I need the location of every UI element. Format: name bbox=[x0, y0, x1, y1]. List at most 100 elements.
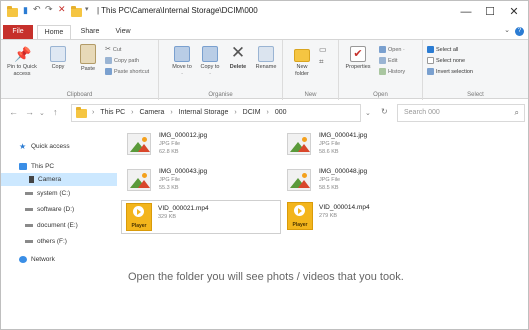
search-icon: ⌕ bbox=[514, 108, 519, 117]
help-icon[interactable]: ? bbox=[515, 27, 524, 36]
move-to-button[interactable]: Move to · bbox=[171, 46, 193, 78]
edit-button[interactable]: Edit bbox=[379, 57, 397, 65]
nav-this-pc[interactable]: This PC bbox=[19, 160, 54, 173]
file-item[interactable]: IMG_000041.jpg JPG File 58.6 KB bbox=[283, 128, 443, 162]
navigation-pane: ★ Quick access This PC Camera system (C:)… bbox=[1, 128, 119, 328]
select-all-button[interactable]: Select all bbox=[427, 46, 458, 54]
copy-to-icon bbox=[202, 46, 218, 62]
file-item[interactable]: IMG_000012.jpg JPG File 62.8 KB bbox=[123, 128, 283, 162]
rename-button[interactable]: Rename bbox=[253, 46, 279, 71]
breadcrumb-this-pc[interactable]: This PC bbox=[100, 109, 125, 116]
file-item[interactable]: IMG_000043.jpg JPG File 55.3 KB bbox=[123, 164, 283, 198]
copy-button[interactable]: Copy bbox=[45, 46, 71, 71]
nav-system-c[interactable]: system (C:) bbox=[25, 187, 70, 200]
cut-button[interactable]: ✂ Cut bbox=[105, 46, 121, 54]
up-icon[interactable]: ↑ bbox=[53, 107, 58, 117]
file-name: IMG_000041.jpg bbox=[319, 132, 368, 139]
collapse-ribbon-icon[interactable]: ⌄ bbox=[504, 26, 510, 34]
pc-icon bbox=[19, 162, 27, 170]
new-item-icon[interactable]: ▭ bbox=[319, 46, 327, 54]
nav-network[interactable]: Network bbox=[19, 253, 55, 266]
breadcrumb-camera[interactable]: Camera bbox=[139, 109, 164, 116]
redo-icon[interactable]: ↷ bbox=[45, 4, 53, 15]
properties-button[interactable]: ✔ Properties bbox=[342, 46, 374, 71]
address-sep-4: › bbox=[266, 109, 269, 116]
file-name: IMG_000012.jpg bbox=[159, 132, 208, 139]
address-sep-3: › bbox=[234, 109, 237, 116]
paste-icon bbox=[80, 44, 96, 64]
undo-icon[interactable]: ↶ bbox=[33, 4, 41, 15]
address-sep-1: › bbox=[131, 109, 134, 116]
tab-share[interactable]: Share bbox=[75, 25, 105, 39]
paste-button[interactable]: Paste bbox=[75, 44, 101, 73]
open-button[interactable]: Open · bbox=[379, 46, 405, 54]
breadcrumb-internal-storage[interactable]: Internal Storage bbox=[179, 109, 229, 116]
address-bar[interactable]: › This PC › Camera › Internal Storage › … bbox=[71, 104, 361, 122]
new-group: New folder ▭ ⌗ New bbox=[283, 40, 339, 100]
refresh-icon[interactable]: ↻ bbox=[381, 107, 388, 116]
copy-icon bbox=[50, 46, 66, 62]
tab-file[interactable]: File bbox=[3, 25, 33, 39]
easy-access-icon[interactable]: ⌗ bbox=[319, 58, 324, 66]
breadcrumb-000[interactable]: 000 bbox=[275, 109, 287, 116]
new-folder-quick-icon[interactable] bbox=[71, 6, 82, 17]
file-size: 62.8 KB bbox=[159, 149, 179, 155]
address-sep-2: › bbox=[170, 109, 173, 116]
nav-software-d[interactable]: software (D:) bbox=[25, 203, 74, 216]
delete-quick-icon[interactable]: ✕ bbox=[58, 4, 66, 15]
nav-camera[interactable]: Camera bbox=[1, 173, 117, 186]
tab-home[interactable]: Home bbox=[37, 25, 71, 39]
search-input[interactable]: Search 000 ⌕ bbox=[397, 104, 525, 122]
drive-icon bbox=[25, 207, 33, 211]
back-icon[interactable]: ← bbox=[9, 107, 18, 117]
new-folder-button[interactable]: New folder bbox=[289, 46, 315, 78]
ribbon-tabs: File Home Share View ⌄ ? bbox=[1, 23, 528, 39]
rename-icon bbox=[258, 46, 274, 62]
copy-path-button[interactable]: Copy path bbox=[105, 57, 139, 65]
breadcrumb-dcim[interactable]: DCIM bbox=[243, 109, 261, 116]
edit-icon bbox=[379, 57, 386, 65]
open-label: Open bbox=[373, 92, 388, 98]
nav-others-f[interactable]: others (F:) bbox=[25, 235, 67, 248]
close-button[interactable]: ✕ bbox=[500, 1, 528, 23]
drive-icon bbox=[25, 239, 33, 243]
forward-icon[interactable]: → bbox=[25, 107, 34, 117]
file-size: 55.3 KB bbox=[159, 185, 179, 191]
address-dropdown-icon[interactable]: ⌄ bbox=[365, 109, 371, 117]
pin-quick-access-button[interactable]: 📌 Pin to Quick access bbox=[5, 46, 39, 78]
file-item[interactable]: IMG_000048.jpg JPG File 58.5 KB bbox=[283, 164, 443, 198]
address-folder-icon bbox=[76, 107, 87, 118]
file-type: JPG File bbox=[159, 177, 181, 183]
select-all-icon bbox=[427, 46, 434, 54]
invert-selection-button[interactable]: Invert selection bbox=[427, 68, 473, 76]
customize-toolbar-icon[interactable]: ▾ bbox=[85, 5, 89, 13]
address-row: ← → ⌄ ↑ › This PC › Camera › Internal St… bbox=[1, 100, 528, 126]
open-group: ✔ Properties Open · Edit History Open bbox=[339, 40, 423, 100]
file-size: 329 KB bbox=[158, 214, 177, 220]
file-type: JPG File bbox=[159, 141, 181, 147]
video-player-icon: Player bbox=[287, 202, 313, 230]
file-item[interactable]: Player VID_000021.mp4 329 KB bbox=[121, 200, 281, 234]
paste-shortcut-button[interactable]: Paste shortcut bbox=[105, 68, 149, 76]
properties-icon[interactable]: ▮ bbox=[23, 5, 28, 16]
file-type: JPG File bbox=[319, 141, 341, 147]
select-none-button[interactable]: Select none bbox=[427, 57, 465, 65]
tab-view[interactable]: View bbox=[109, 25, 137, 39]
copy-to-button[interactable]: Copy to · bbox=[199, 46, 221, 78]
file-size: 279 KB bbox=[319, 213, 338, 219]
delete-x-icon: ✕ bbox=[230, 43, 246, 62]
delete-button[interactable]: ✕ Delete bbox=[225, 44, 251, 71]
file-size: 58.6 KB bbox=[319, 149, 339, 155]
title-bar: ▮ ↶ ↷ ✕ ▾ | This PC\Camera\Internal Stor… bbox=[1, 1, 528, 23]
recent-dropdown-icon[interactable]: ⌄ bbox=[39, 109, 45, 117]
invert-selection-icon bbox=[427, 68, 434, 76]
nav-quick-access[interactable]: ★ Quick access bbox=[19, 140, 70, 153]
select-label: Select bbox=[467, 92, 484, 98]
select-none-icon bbox=[427, 57, 434, 65]
nav-document-e[interactable]: document (E:) bbox=[25, 219, 78, 232]
file-type: JPG File bbox=[319, 177, 341, 183]
drive-icon bbox=[25, 191, 33, 195]
file-item[interactable]: Player VID_000014.mp4 279 KB bbox=[283, 200, 443, 234]
file-size: 58.5 KB bbox=[319, 185, 339, 191]
history-button[interactable]: History bbox=[379, 68, 405, 76]
